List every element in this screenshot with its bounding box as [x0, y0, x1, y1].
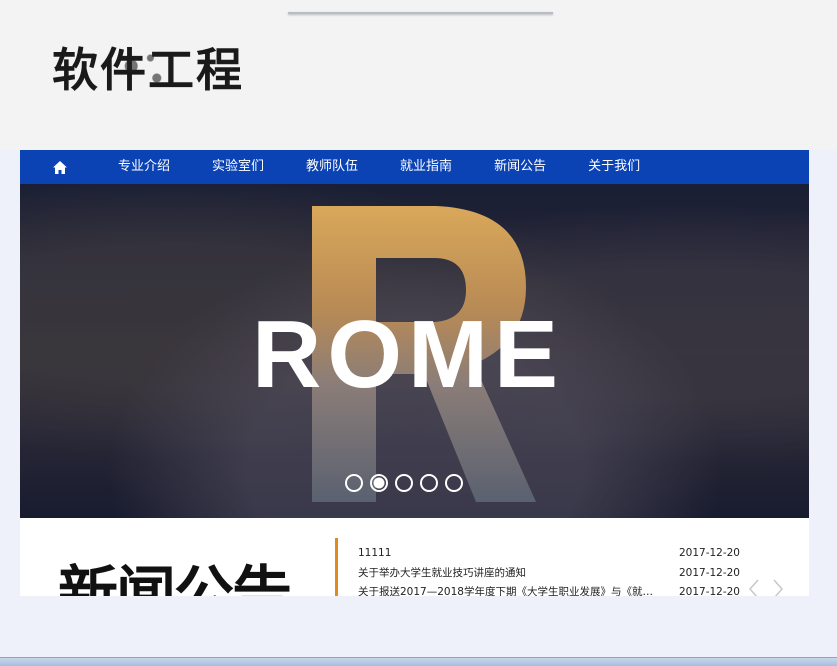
carousel-dot-1[interactable] [345, 474, 363, 492]
news-item-title[interactable]: 关于报送2017—2018学年度下期《大学生职业发展》与《就业… [358, 583, 658, 596]
hero-carousel[interactable]: ROME [20, 184, 809, 518]
list-item[interactable]: 关于举办大学生就业技巧讲座的通知 2017-12-20 [358, 564, 740, 584]
news-list: 11111 2017-12-20 关于举办大学生就业技巧讲座的通知 2017-1… [358, 544, 740, 596]
top-divider [288, 12, 553, 14]
carousel-dot-4[interactable] [420, 474, 438, 492]
news-pager [747, 578, 785, 596]
carousel-dot-3[interactable] [395, 474, 413, 492]
news-section: 新闻公告 11111 2017-12-20 关于举办大学生就业技巧讲座的通知 2… [20, 518, 809, 596]
news-item-title[interactable]: 关于举办大学生就业技巧讲座的通知 [358, 564, 658, 584]
news-accent-bar [335, 538, 338, 596]
banner-headline: ROME [252, 301, 564, 408]
list-item[interactable]: 11111 2017-12-20 [358, 544, 740, 564]
chevron-right-icon[interactable] [771, 578, 785, 596]
list-item[interactable]: 关于报送2017—2018学年度下期《大学生职业发展》与《就业… 2017-12… [358, 583, 740, 596]
news-item-date: 2017-12-20 [678, 566, 740, 579]
news-item-title[interactable]: 11111 [358, 544, 658, 564]
home-icon [53, 160, 67, 174]
carousel-indicators [345, 474, 463, 492]
main-nav: 专业介绍 实验室们 教师队伍 就业指南 新闻公告 关于我们 [20, 150, 809, 184]
nav-item-major-intro[interactable]: 专业介绍 [104, 150, 184, 184]
news-item-date: 2017-12-20 [678, 586, 740, 596]
nav-item-faculty[interactable]: 教师队伍 [292, 150, 372, 184]
nav-item-career-guide[interactable]: 就业指南 [386, 150, 466, 184]
page-footer-area [0, 596, 837, 658]
news-section-title: 新闻公告 [58, 560, 292, 596]
logo-ink-splatter [112, 50, 176, 90]
nav-item-news[interactable]: 新闻公告 [480, 150, 560, 184]
nav-item-labs[interactable]: 实验室们 [198, 150, 278, 184]
chevron-left-icon[interactable] [747, 578, 761, 596]
carousel-dot-5[interactable] [445, 474, 463, 492]
nav-home[interactable] [28, 150, 92, 184]
nav-item-about[interactable]: 关于我们 [574, 150, 654, 184]
carousel-dot-2[interactable] [370, 474, 388, 492]
news-item-date: 2017-12-20 [678, 547, 740, 559]
